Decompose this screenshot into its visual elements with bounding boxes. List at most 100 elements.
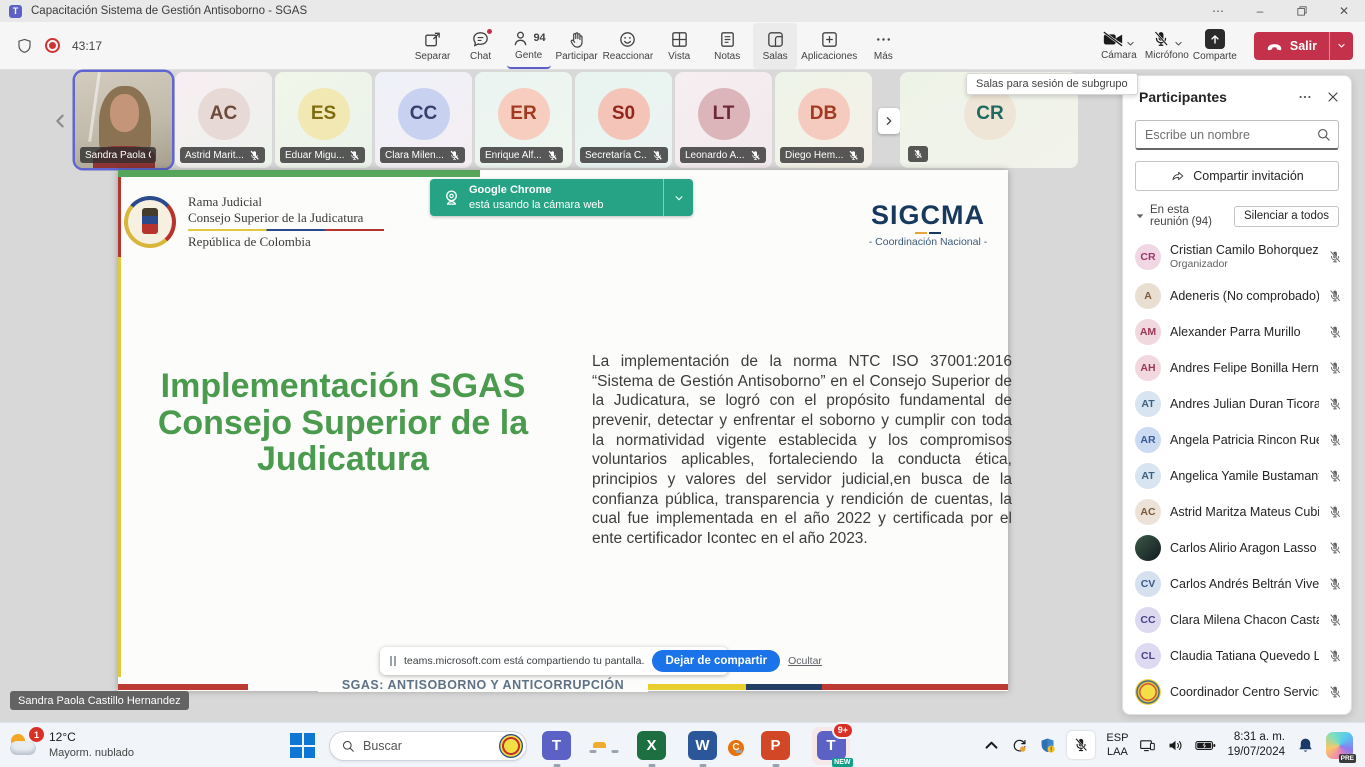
mic-muted-icon[interactable] [1328, 685, 1342, 699]
avatar: AT [1135, 391, 1161, 417]
participant-tile[interactable]: ER Enrique Alf... [475, 72, 572, 168]
notifications-bell-icon[interactable] [1296, 736, 1315, 755]
tray-overflow-chevron[interactable] [983, 737, 1000, 754]
clock[interactable]: 8:31 a. m.19/07/2024 [1227, 730, 1285, 760]
participant-row[interactable]: CL Claudia Tatiana Quevedo Leal [1135, 638, 1345, 674]
mic-muted-icon[interactable] [1328, 469, 1342, 483]
participant-row[interactable]: AH Andres Felipe Bonilla Hernand... [1135, 350, 1345, 386]
mic-muted-icon[interactable] [1328, 577, 1342, 591]
participant-row[interactable]: Coordinador Centro Servicios ... [1135, 674, 1345, 710]
weather-widget[interactable]: 1 12°CMayorm. nublado [0, 730, 200, 760]
microphone-button[interactable]: Micrófono [1144, 30, 1190, 61]
pause-icon[interactable] [390, 656, 396, 666]
mic-muted-icon[interactable] [1328, 325, 1342, 339]
taskbar-item-teams[interactable]: T [542, 731, 571, 760]
filmstrip-next-button[interactable] [878, 108, 900, 134]
leave-options-chevron[interactable] [1329, 32, 1353, 60]
mic-muted-icon[interactable] [1328, 397, 1342, 411]
meeting-security-icon[interactable] [16, 37, 33, 55]
participant-row[interactable]: CR Cristian Camilo Bohorquez Ro...Organi… [1135, 235, 1345, 278]
mic-muted-icon[interactable] [1328, 433, 1342, 447]
mic-muted-icon[interactable] [1328, 505, 1342, 519]
battery-icon[interactable] [1195, 737, 1216, 754]
participant-tile[interactable]: CC Clara Milen... [375, 72, 472, 168]
windows-taskbar: 1 12°CMayorm. nublado Buscar T X W C P T… [0, 722, 1365, 767]
notas-button[interactable]: Notas [705, 23, 749, 69]
notification-subtitle: está usando la cámara web [469, 198, 663, 212]
panel-close-button[interactable] [1325, 89, 1341, 105]
share-invite-button[interactable]: Compartir invitación [1135, 161, 1339, 191]
restore-icon [1297, 6, 1307, 16]
restore-button[interactable] [1281, 0, 1323, 22]
taskbar-item-teams-new[interactable]: T9+NEW [812, 727, 850, 765]
participant-tile[interactable]: S0 Secretaría C... [575, 72, 672, 168]
participant-row[interactable]: AR Angela Patricia Rincon Rueda [1135, 422, 1345, 458]
aplicaciones-button[interactable]: Aplicaciones [801, 23, 857, 69]
tray-mic-muted[interactable] [1067, 731, 1095, 759]
participant-tile[interactable]: LT Leonardo A... [675, 72, 772, 168]
participant-row[interactable]: CC Clara Milena Chacon Castaño [1135, 602, 1345, 638]
participant-row[interactable]: Carlos Alirio Aragon Lasso [1135, 530, 1345, 566]
salas-button[interactable]: Salas [753, 23, 797, 69]
chat-button[interactable]: Chat [459, 23, 503, 69]
video-tile-active-speaker[interactable]: Sandra Paola Ca... [75, 72, 172, 168]
security-warning-icon[interactable] [1039, 737, 1056, 754]
panel-more-button[interactable] [1297, 89, 1313, 105]
gente-button[interactable]: 94 Gente [507, 23, 551, 69]
participant-row[interactable]: AT Andres Julian Duran Ticora [1135, 386, 1345, 422]
minimize-button[interactable]: – [1239, 0, 1281, 22]
camera-button[interactable]: Cámara [1096, 30, 1142, 61]
copilot-icon[interactable]: PRE [1326, 732, 1353, 759]
taskbar-search[interactable]: Buscar [329, 731, 527, 761]
participant-row[interactable]: AT Angelica Yamile Bustamante T... [1135, 458, 1345, 494]
stop-sharing-button[interactable]: Dejar de compartir [652, 650, 780, 672]
mic-muted-icon[interactable] [1328, 613, 1342, 627]
taskbar-item-powerpoint[interactable]: P [761, 731, 790, 760]
display-icon[interactable] [1139, 737, 1156, 754]
mic-muted-icon[interactable] [1328, 250, 1342, 264]
leave-button[interactable]: Salir [1254, 32, 1353, 60]
participant-row[interactable]: CV Carlos Andrés Beltrán Viveros [1135, 566, 1345, 602]
footer-bar-red-right [822, 684, 1008, 690]
taskbar-item-word[interactable]: W [688, 731, 717, 760]
participant-row[interactable]: A Adeneris (No comprobado) [1135, 278, 1345, 314]
search-participant-input[interactable] [1135, 120, 1339, 150]
participant-tile[interactable]: DB Diego Hem... [775, 72, 872, 168]
mic-chevron-icon[interactable] [1174, 39, 1183, 48]
mic-muted-icon[interactable] [1328, 649, 1342, 663]
volume-icon[interactable] [1167, 737, 1184, 754]
slide-left-stripe [118, 177, 121, 677]
camera-chevron-icon[interactable] [1126, 39, 1135, 48]
participant-row[interactable]: DP Daniela Fernanda Devia Peralta [1135, 710, 1345, 714]
participant-tile[interactable]: AC Astrid Marit... [175, 72, 272, 168]
notification-expand-button[interactable] [663, 179, 693, 216]
participant-row[interactable]: AC Astrid Maritza Mateus Cubides [1135, 494, 1345, 530]
close-button[interactable]: ✕ [1323, 0, 1365, 22]
mic-muted-icon[interactable] [1328, 361, 1342, 375]
mute-all-button[interactable]: Silenciar a todos [1234, 206, 1339, 227]
titlebar-more-button[interactable]: ⋯ [1197, 0, 1239, 22]
hide-banner-link[interactable]: Ocultar [788, 655, 822, 667]
filmstrip-prev-button[interactable] [52, 110, 68, 132]
apps-plus-icon [820, 30, 839, 49]
taskbar-item-excel[interactable]: X [637, 731, 666, 760]
participant-row[interactable]: AM Alexander Parra Murillo [1135, 314, 1345, 350]
mic-muted-icon[interactable] [1328, 541, 1342, 555]
reaccionar-button[interactable]: Reaccionar [603, 23, 654, 69]
chat-icon [471, 30, 490, 49]
teams-meeting-window: T Capacitación Sistema de Gestión Antiso… [0, 0, 1365, 767]
org-line1: Rama Judicial [188, 194, 384, 210]
update-icon[interactable] [1011, 737, 1028, 754]
separar-button[interactable]: Separar [411, 23, 455, 69]
participant-tile[interactable]: ES Eduar Migu... [275, 72, 372, 168]
participar-button[interactable]: Participar [555, 23, 599, 69]
chrome-camera-notification[interactable]: Google Chrome está usando la cámara web [430, 179, 693, 216]
start-button[interactable] [290, 733, 315, 758]
section-collapse-chevron[interactable] [1135, 211, 1145, 221]
share-button[interactable]: Comparte [1192, 29, 1238, 62]
vista-button[interactable]: Vista [657, 23, 701, 69]
teams-app-icon: T [9, 5, 22, 18]
mic-muted-icon[interactable] [1328, 289, 1342, 303]
mas-button[interactable]: Más [861, 23, 905, 69]
language-indicator[interactable]: ESPLAA [1106, 731, 1128, 760]
